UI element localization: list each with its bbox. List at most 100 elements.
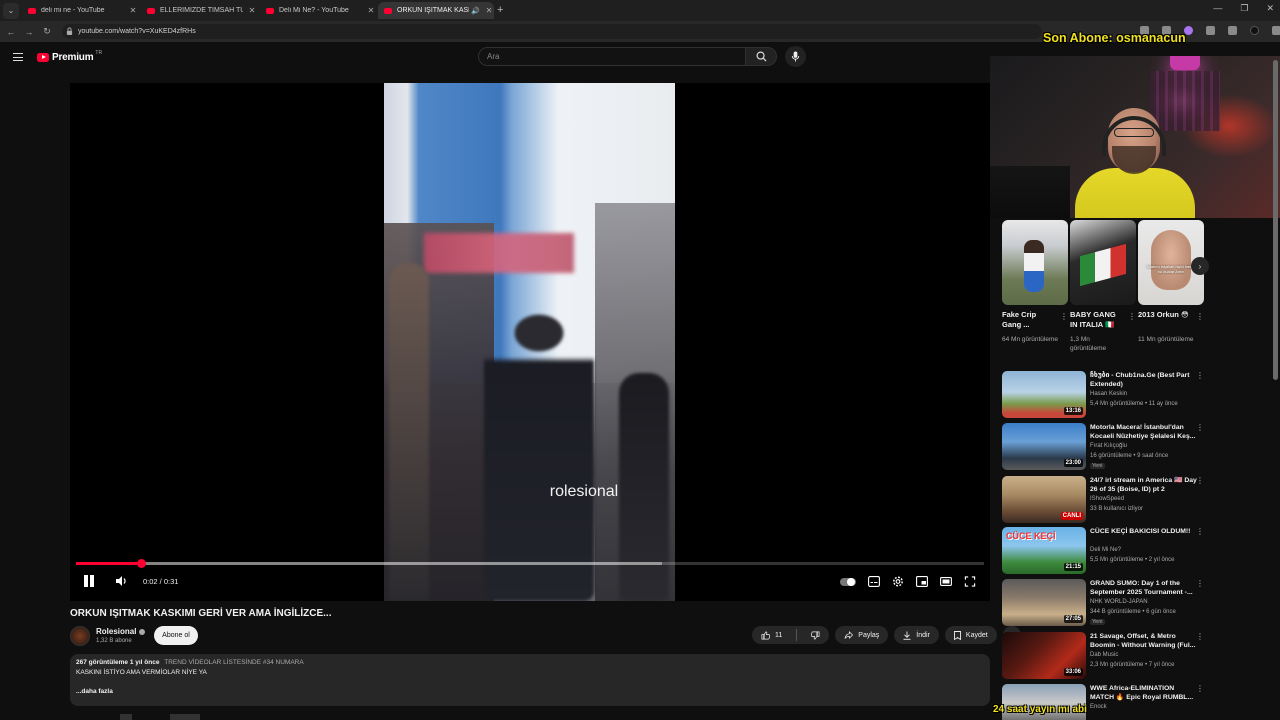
video-duration: 33:06 (1063, 668, 1083, 676)
recommendation-thumbnail[interactable]: 13:16 (1002, 371, 1086, 418)
like-button[interactable]: 11 (752, 626, 791, 644)
page-scrollbar[interactable] (1273, 60, 1278, 380)
kebab-menu-icon[interactable] (1272, 26, 1280, 35)
hamburger-menu-icon[interactable] (13, 53, 23, 61)
video-player[interactable]: rolesional 0:02 / 0:31 (70, 83, 990, 601)
recommendation-item[interactable]: CANLI 24/7 irl stream in America 🇺🇸 Day … (1002, 476, 1206, 524)
browser-tab-3[interactable]: Deli Mi Ne? - YouTube ✕ (260, 2, 376, 19)
browser-tab-4-active[interactable]: ORKUN IŞITMAK KASKIMI 🔊 ✕ (378, 2, 494, 19)
short-thumbnail[interactable] (1070, 220, 1136, 305)
trending-tag[interactable]: TREND VİDEOLAR LİSTESİNDE #34 NUMARA (164, 659, 303, 666)
like-count: 11 (775, 631, 783, 639)
short-kebab-icon[interactable]: ⋮ (1128, 312, 1136, 321)
video-frame[interactable]: rolesional (384, 83, 675, 601)
voice-search-button[interactable] (785, 46, 806, 67)
reload-icon[interactable]: ↻ (38, 26, 56, 37)
recommendation-thumbnail[interactable]: 33:06 (1002, 632, 1086, 679)
recommendation-item[interactable]: 33:06 21 Savage, Offset, & Metro Boomin … (1002, 632, 1206, 680)
close-window-icon[interactable]: ✕ (1266, 3, 1274, 14)
short-item[interactable]: BABY GANG IN ITALIA 🇮🇹 1,3 Mn görüntülem… (1070, 220, 1136, 353)
stream-overlay-chat-message: 24 saat yayın mı abi (993, 704, 1087, 715)
download-button[interactable]: İndir (894, 626, 939, 644)
recommendation-meta: 16 görüntüleme • 9 saat önce (1090, 453, 1169, 459)
share-label: Paylaş (858, 631, 880, 639)
puzzle-extensions-icon[interactable] (1206, 26, 1215, 35)
recommendation-kebab-icon[interactable]: ⋮ (1196, 527, 1204, 536)
settings-gear-icon[interactable] (892, 576, 904, 587)
progress-scrubber[interactable] (137, 559, 147, 568)
tab-close-icon[interactable]: ✕ (128, 6, 138, 15)
short-views: 11 Mn görüntüleme (1138, 336, 1194, 343)
dislike-button[interactable] (802, 626, 829, 644)
download-label: İndir (916, 631, 930, 639)
recommendation-kebab-icon[interactable]: ⋮ (1196, 684, 1204, 693)
recommendation-thumbnail[interactable]: 23:00 (1002, 423, 1086, 470)
recommendation-thumbnail[interactable]: CÜCE KEÇİ 21:15 (1002, 527, 1086, 574)
save-button[interactable]: Kaydet (944, 626, 997, 644)
address-bar[interactable]: youtube.com/watch?v=XuKED4zfRHs (62, 24, 1042, 39)
fullscreen-icon[interactable] (964, 576, 976, 587)
share-button[interactable]: Paylaş (835, 626, 889, 644)
shorts-next-button[interactable]: › (1191, 257, 1209, 275)
new-tab-button[interactable]: + (497, 4, 503, 16)
miniplayer-icon[interactable] (916, 576, 928, 587)
short-item[interactable]: Allahım inşallah hiçbi basan bu dualar A… (1138, 220, 1204, 344)
recommendation-kebab-icon[interactable]: ⋮ (1196, 371, 1204, 380)
recommendation-item[interactable]: CÜCE KEÇİ 21:15 CÜCE KEÇİ BAKICISI OLDUM… (1002, 527, 1206, 575)
subtitles-icon[interactable] (868, 576, 880, 587)
site-info-icon[interactable] (66, 27, 73, 35)
short-thumbnail[interactable] (1002, 220, 1068, 305)
video-actions: 11 Paylaş İndir Kaydet ⋯ (752, 626, 1021, 644)
tab-search-chevron-icon[interactable]: ⌄ (3, 2, 19, 19)
speaker-icon[interactable]: 🔊 (471, 7, 480, 15)
recommendation-item[interactable]: 27:05 GRAND SUMO: Day 1 of the September… (1002, 579, 1206, 627)
recommendation-kebab-icon[interactable]: ⋮ (1196, 476, 1204, 485)
live-badge: CANLI (1060, 512, 1083, 520)
theater-mode-icon[interactable] (940, 576, 952, 587)
recommendation-title: 24/7 irl stream in America 🇺🇸 Day 26 of … (1090, 477, 1197, 493)
recommendation-channel: Deli Mi Ne? (1090, 547, 1122, 553)
youtube-premium-logo[interactable]: Premium TR (37, 50, 102, 63)
views-and-date: 267 görüntüleme 1 yıl önce (76, 659, 160, 666)
player-controls-right (840, 576, 976, 587)
tab-close-icon[interactable]: ✕ (247, 6, 257, 15)
search-button[interactable] (745, 47, 777, 66)
downloads-icon[interactable] (1228, 26, 1237, 35)
webcam-lamp (1170, 56, 1200, 70)
browser-tab-2[interactable]: ELLERİMİZDE TİMSAH TUTTUK ✕ (141, 2, 257, 19)
video-duration: 13:16 (1063, 407, 1083, 415)
channel-avatar[interactable] (70, 626, 90, 646)
pause-button[interactable] (82, 574, 96, 588)
description-box[interactable]: 267 görüntüleme 1 yıl önce TREND VİDEOLA… (70, 654, 990, 706)
maximize-icon[interactable]: ❐ (1240, 3, 1248, 14)
profile-avatar-icon[interactable] (1250, 26, 1259, 35)
show-more-link[interactable]: ...daha fazla (76, 688, 984, 695)
short-item[interactable]: Fake Crip Gang ... 64 Mn görüntüleme ⋮ (1002, 220, 1068, 344)
recommendation-channel: Hasan Keskin (1090, 391, 1128, 397)
channel-name[interactable]: Rolesional (96, 627, 146, 636)
recommendation-kebab-icon[interactable]: ⋮ (1196, 423, 1204, 432)
player-controls-left: 0:02 / 0:31 (82, 574, 178, 588)
search-input[interactable]: Ara (478, 47, 746, 66)
recommendation-thumbnail[interactable]: 27:05 (1002, 579, 1086, 626)
forward-arrow-icon[interactable]: → (20, 27, 38, 37)
progress-bar[interactable] (76, 559, 984, 568)
recommendation-item[interactable]: 23:00 Motorla Macera! İstanbul'dan Kocae… (1002, 423, 1206, 471)
subscribe-button[interactable]: Abone ol (154, 626, 198, 645)
recommendation-kebab-icon[interactable]: ⋮ (1196, 632, 1204, 641)
recommendation-thumbnail[interactable]: CANLI (1002, 476, 1086, 523)
short-kebab-icon[interactable]: ⋮ (1060, 312, 1068, 321)
progress-played (76, 562, 142, 565)
recommendation-kebab-icon[interactable]: ⋮ (1196, 579, 1204, 588)
tab-close-icon[interactable]: ✕ (366, 6, 376, 15)
scene-person-left (389, 263, 429, 601)
volume-icon[interactable] (114, 574, 128, 588)
browser-tabbar: ⌄ deli mi ne - YouTube ✕ ELLERİMİZDE TİM… (0, 0, 1280, 21)
tab-close-icon[interactable]: ✕ (484, 6, 494, 15)
autoplay-toggle[interactable] (840, 577, 856, 586)
back-arrow-icon[interactable]: ← (2, 27, 20, 37)
minimize-icon[interactable]: — (1213, 3, 1222, 14)
recommendation-item[interactable]: 13:16 ჩხუბი - Chub1na.Ge (Best Part Exte… (1002, 371, 1206, 419)
short-kebab-icon[interactable]: ⋮ (1196, 312, 1204, 321)
browser-tab-1[interactable]: deli mi ne - YouTube ✕ (22, 2, 138, 19)
